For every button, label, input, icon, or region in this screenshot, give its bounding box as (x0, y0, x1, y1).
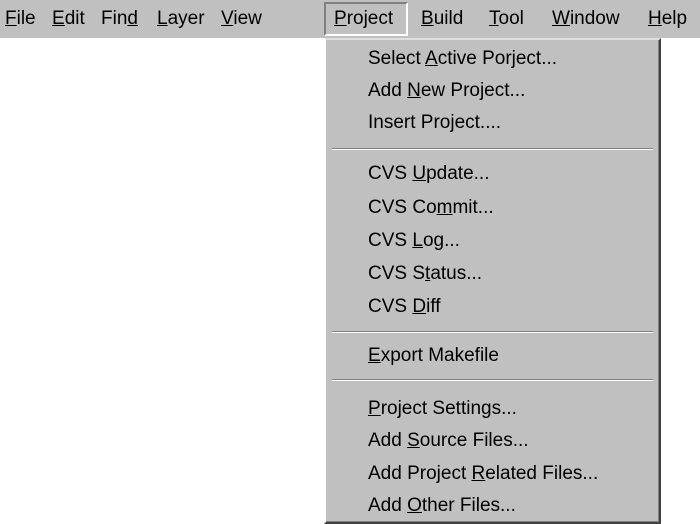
menu-item-add-other-files[interactable]: Add Other Files... (368, 490, 516, 522)
menu-item-cvs-commit[interactable]: CVS Commit... (368, 192, 494, 224)
menu-project[interactable]: Project (324, 2, 408, 36)
menu-window[interactable]: Window (552, 2, 620, 36)
project-dropdown-menu: Select Active Porject... Add New Project… (324, 38, 661, 524)
menu-item-cvs-update[interactable]: CVS Update... (368, 158, 489, 190)
menu-layer[interactable]: Layer (157, 2, 205, 36)
menu-separator (332, 331, 653, 333)
menu-help[interactable]: Help (648, 2, 687, 36)
menu-item-cvs-log[interactable]: CVS Log... (368, 225, 460, 257)
menu-file[interactable]: File (5, 2, 36, 36)
menu-separator (332, 148, 653, 150)
menu-view[interactable]: View (221, 2, 262, 36)
menu-bar: File Edit Find Layer View Project Build … (0, 0, 700, 38)
menu-item-cvs-diff[interactable]: CVS Diff (368, 291, 441, 323)
menu-item-cvs-status[interactable]: CVS Status... (368, 258, 482, 290)
menu-item-insert-project[interactable]: Insert Project.... (368, 107, 501, 139)
menu-item-add-new-project[interactable]: Add New Project... (368, 75, 525, 107)
menu-item-project-settings[interactable]: Project Settings... (368, 393, 517, 425)
menu-edit[interactable]: Edit (52, 2, 85, 36)
menu-build[interactable]: Build (421, 2, 463, 36)
menu-item-add-project-related-files[interactable]: Add Project Related Files... (368, 458, 598, 490)
menu-separator (332, 379, 653, 381)
menu-item-select-active-project[interactable]: Select Active Porject... (368, 43, 557, 75)
menu-item-export-makefile[interactable]: Export Makefile (368, 340, 499, 372)
menu-tool[interactable]: Tool (489, 2, 524, 36)
menu-find[interactable]: Find (101, 2, 138, 36)
menu-item-add-source-files[interactable]: Add Source Files... (368, 425, 529, 457)
